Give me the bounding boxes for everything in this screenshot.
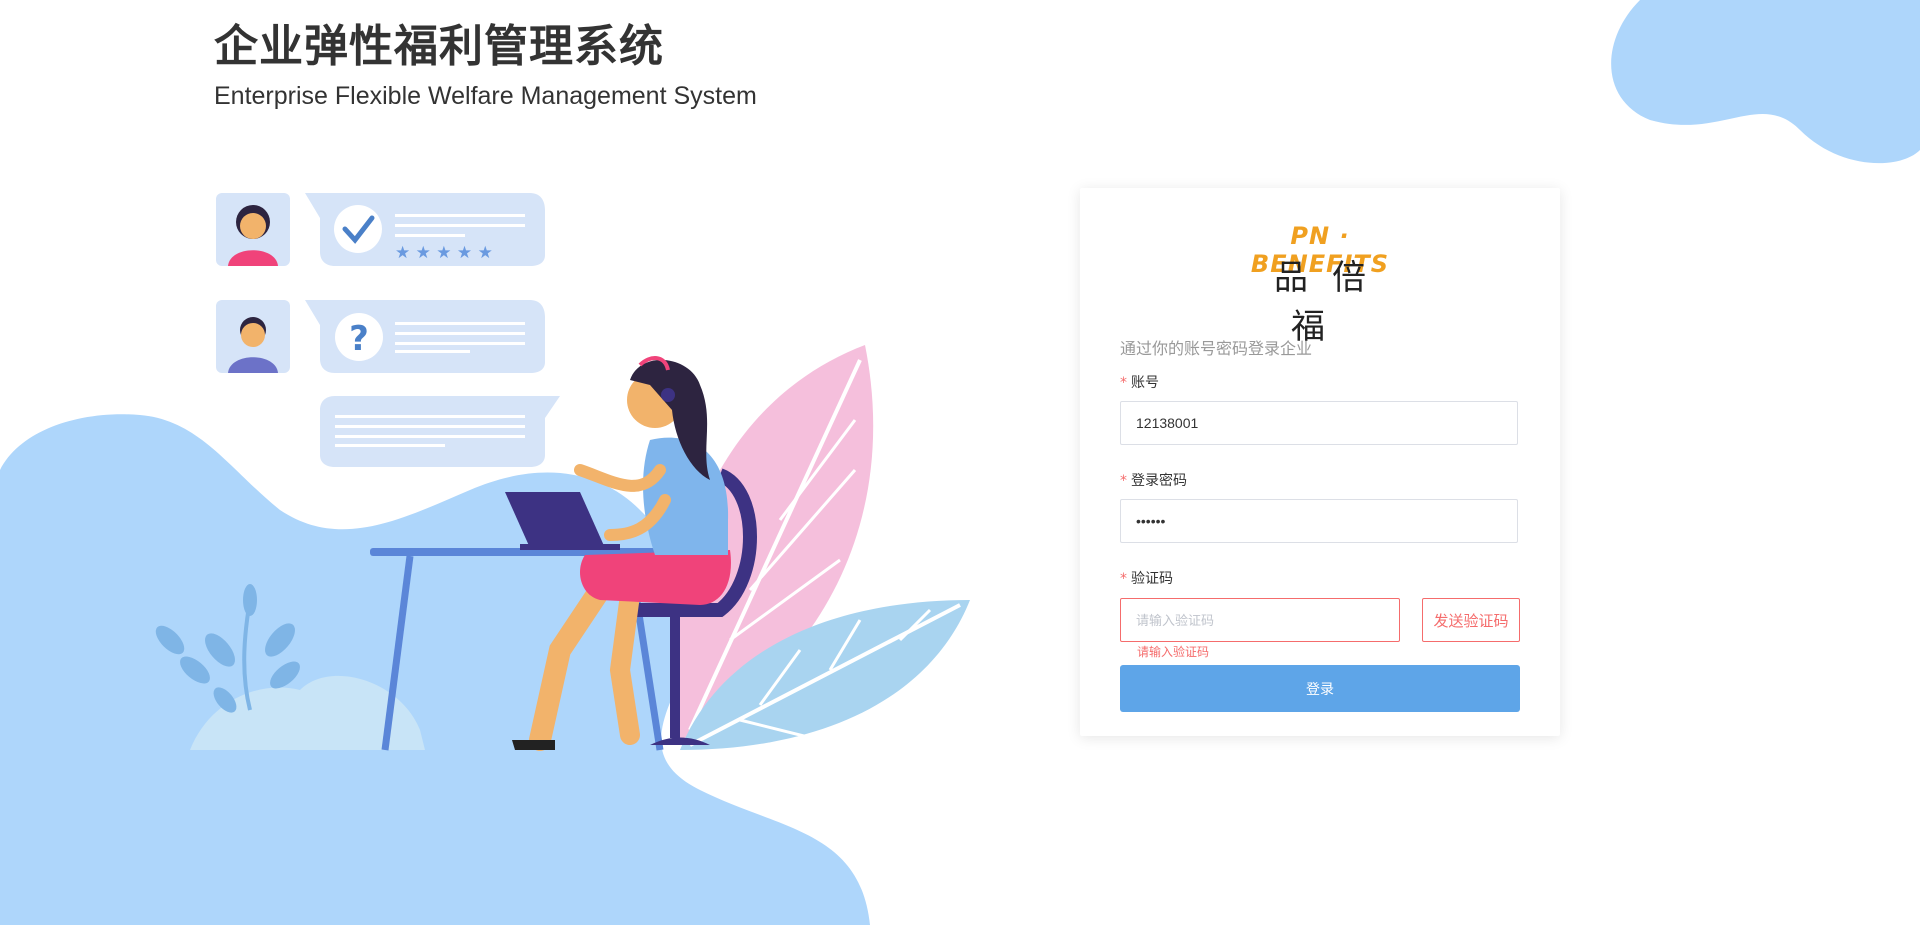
svg-text:?: ?: [349, 319, 369, 359]
password-label: * 登录密码: [1120, 473, 1187, 489]
account-input[interactable]: [1120, 401, 1518, 445]
chat-bubble-3-icon: [320, 396, 560, 467]
login-subtitle: 通过你的账号密码登录企业: [1120, 339, 1313, 358]
page-subtitle: Enterprise Flexible Welfare Management S…: [214, 82, 757, 110]
background-illustration: ★ ★ ★ ★ ★ ?: [0, 0, 1920, 925]
account-label: * 账号: [1120, 375, 1159, 391]
required-mark: *: [1120, 571, 1127, 587]
code-label: * 验证码: [1120, 571, 1173, 587]
verification-code-input[interactable]: [1120, 598, 1400, 642]
password-input[interactable]: [1120, 499, 1518, 543]
login-button[interactable]: 登录: [1120, 665, 1520, 712]
login-card: PN · BENEFITS 品倍福 通过你的账号密码登录企业 *账号 *登录密码…: [1080, 188, 1560, 736]
send-code-button[interactable]: 发送验证码: [1422, 598, 1520, 642]
chat-bubble-1-icon: ★ ★ ★ ★ ★: [216, 193, 545, 266]
top-right-blob: [1611, 0, 1920, 164]
svg-text:★ ★ ★ ★ ★: ★ ★ ★ ★ ★: [395, 243, 493, 263]
logo-text-cn: 品倍福: [1274, 258, 1390, 347]
chat-bubble-2-icon: ?: [216, 300, 545, 373]
code-error-message: 请输入验证码: [1137, 645, 1210, 659]
required-mark: *: [1120, 375, 1127, 391]
page-title: 企业弹性福利管理系统: [214, 21, 664, 72]
required-mark: *: [1120, 473, 1127, 489]
brand-logo: PN · BENEFITS 品倍福: [1222, 222, 1418, 347]
